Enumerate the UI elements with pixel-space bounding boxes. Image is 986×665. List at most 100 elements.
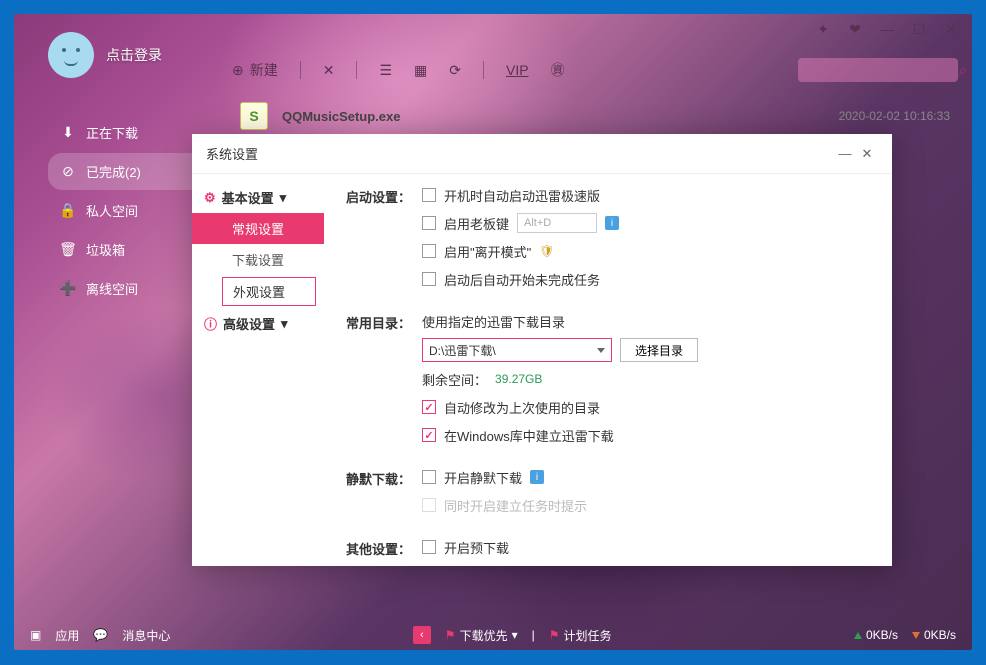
plus-icon: ⊕: [232, 62, 244, 79]
delete-icon[interactable]: ✕: [323, 62, 335, 79]
checkbox-winlib[interactable]: [422, 428, 436, 442]
sidebar-item-label: 离线空间: [86, 279, 138, 298]
section-other: 其他设置： 开启预下载: [346, 536, 870, 564]
dropdown-icon[interactable]: ❤: [848, 22, 862, 36]
sidebar-item-label: 已完成(2): [86, 162, 141, 181]
opt-label: 开机时自动启动迅雷极速版: [444, 186, 600, 205]
arrow-down-icon: [912, 632, 920, 639]
app-label[interactable]: 应用: [55, 627, 79, 644]
checkbox-silent-prompt: [422, 498, 436, 512]
vip-icon[interactable]: VIP: [506, 62, 529, 78]
msg-icon[interactable]: 💬: [93, 628, 108, 642]
section-label: 静默下载：: [346, 466, 422, 522]
search-box[interactable]: ⌕: [798, 58, 958, 82]
opt-label: 启用老板键: [444, 214, 509, 233]
checkbox-resume[interactable]: [422, 272, 436, 286]
opt-label: 启动后自动开始未完成任务: [444, 270, 600, 289]
schedule-label: 计划任务: [564, 627, 612, 644]
bottombar: ▣ 应用 💬 消息中心 ‹ ⚑ 下载优先 ▾ | ⚑ 计划任务 0KB/s 0K…: [14, 620, 972, 650]
avatar-block[interactable]: 点击登录: [48, 32, 232, 78]
refresh-icon[interactable]: ⟳: [449, 62, 461, 79]
maximize-icon[interactable]: ☐: [912, 22, 926, 36]
chevron-left-icon[interactable]: ‹: [413, 626, 431, 644]
section-label: 其他设置：: [346, 536, 422, 564]
gear-icon: ⚙: [204, 190, 216, 206]
opt-label: 启用"离开模式": [444, 242, 531, 261]
coin-icon[interactable]: ㊮: [551, 60, 565, 80]
checkbox-autostart[interactable]: [422, 188, 436, 202]
dialog-content: 启动设置： 开机时自动启动迅雷极速版 启用老板键 Alt+D i 启用"离开模式…: [324, 174, 892, 566]
opt-label: 自动修改为上次使用的目录: [444, 398, 600, 417]
dir-desc: 使用指定的迅雷下载目录: [422, 312, 565, 331]
checkbox-bosskey[interactable]: [422, 216, 436, 230]
category-basic[interactable]: ⚙ 基本设置 ▾: [192, 182, 324, 213]
file-icon[interactable]: ☰: [379, 62, 392, 79]
sub-download[interactable]: 下载设置: [192, 244, 324, 275]
sub-appearance[interactable]: 外观设置: [222, 277, 316, 306]
sub-general[interactable]: 常规设置: [192, 213, 324, 244]
info-icon[interactable]: i: [530, 470, 544, 484]
checkbox-awaymode[interactable]: [422, 244, 436, 258]
search-input[interactable]: [804, 63, 959, 77]
file-name: QQMusicSetup.exe: [282, 109, 400, 124]
opt-label: 开启静默下载: [444, 468, 522, 487]
chevron-down-icon: ▾: [280, 190, 287, 206]
close-icon[interactable]: ✕: [944, 22, 958, 36]
chevron-down-icon: ▾: [512, 628, 518, 642]
file-time: 2020-02-02 10:16:33: [839, 109, 950, 123]
skin-icon[interactable]: ✦: [816, 22, 830, 36]
grid-icon[interactable]: ▦: [414, 62, 427, 79]
category-label: 基本设置: [222, 188, 274, 207]
category-advanced[interactable]: ⓘ 高级设置 ▾: [192, 308, 324, 339]
schedule-button[interactable]: ⚑ 计划任务: [549, 627, 612, 644]
flag-icon: ⚑: [445, 628, 456, 642]
sidebar-item-label: 正在下载: [86, 123, 138, 142]
new-label: 新建: [250, 60, 278, 80]
file-row[interactable]: S QQMusicSetup.exe 2020-02-02 10:16:33: [232, 96, 958, 136]
choose-dir-button[interactable]: 选择目录: [620, 338, 698, 362]
info-icon[interactable]: i: [605, 216, 619, 230]
priority-button[interactable]: ⚑ 下载优先 ▾: [445, 627, 518, 644]
path-dropdown[interactable]: D:\迅雷下载\: [422, 338, 612, 362]
opt-label: 在Windows库中建立迅雷下载: [444, 426, 614, 445]
new-button[interactable]: ⊕ 新建: [232, 60, 278, 80]
priority-label: 下载优先: [460, 627, 508, 644]
separator: [483, 61, 484, 79]
dialog-close-icon[interactable]: ✕: [856, 143, 878, 165]
dialog-title: 系统设置: [206, 144, 258, 163]
check-icon: ⊘: [60, 164, 76, 180]
flag-icon: ⚑: [549, 628, 560, 642]
info-icon: ⓘ: [204, 314, 217, 333]
login-text: 点击登录: [106, 45, 162, 65]
category-label: 高级设置: [223, 314, 275, 333]
app-icon[interactable]: ▣: [30, 628, 41, 642]
freespace-value: 39.27GB: [495, 372, 542, 386]
checkbox-silent[interactable]: [422, 470, 436, 484]
separator: [356, 61, 357, 79]
dialog-sidebar: ⚙ 基本设置 ▾ 常规设置 下载设置 外观设置 ⓘ 高级设置 ▾: [192, 174, 324, 566]
sidebar-item-label: 私人空间: [86, 201, 138, 220]
section-label: 启动设置：: [346, 184, 422, 296]
shortcut-input[interactable]: Alt+D: [517, 213, 597, 233]
upload-speed: 0KB/s: [854, 628, 898, 642]
checkbox-lastdir[interactable]: [422, 400, 436, 414]
freespace-prefix: 剩余空间：: [422, 370, 487, 389]
separator: [300, 61, 301, 79]
search-icon[interactable]: ⌕: [959, 62, 967, 79]
dialog-header: 系统设置 — ✕: [192, 134, 892, 174]
main-window: ✦ ❤ — ☐ ✕ 点击登录 ⬇ 正在下载 ⊘ 已完成(2) 🔒 私人空间 🗑 …: [14, 14, 972, 650]
titlebar: ✦ ❤ — ☐ ✕: [802, 14, 972, 44]
sep: |: [532, 628, 535, 642]
msg-label[interactable]: 消息中心: [122, 627, 170, 644]
opt-label: 开启预下载: [444, 538, 509, 557]
exe-icon: S: [240, 102, 268, 130]
topbar: ⊕ 新建 ✕ ☰ ▦ ⟳ VIP ㊮ ⌕: [232, 52, 958, 88]
opt-label: 同时开启建立任务时提示: [444, 496, 587, 515]
dialog-minimize-icon[interactable]: —: [834, 143, 856, 165]
sidebar-item-label: 垃圾箱: [86, 240, 125, 259]
chevron-down-icon: ▾: [281, 316, 288, 332]
checkbox-predownload[interactable]: [422, 540, 436, 554]
upload-speed-value: 0KB/s: [866, 628, 898, 642]
minimize-icon[interactable]: —: [880, 22, 894, 36]
download-speed-value: 0KB/s: [924, 628, 956, 642]
